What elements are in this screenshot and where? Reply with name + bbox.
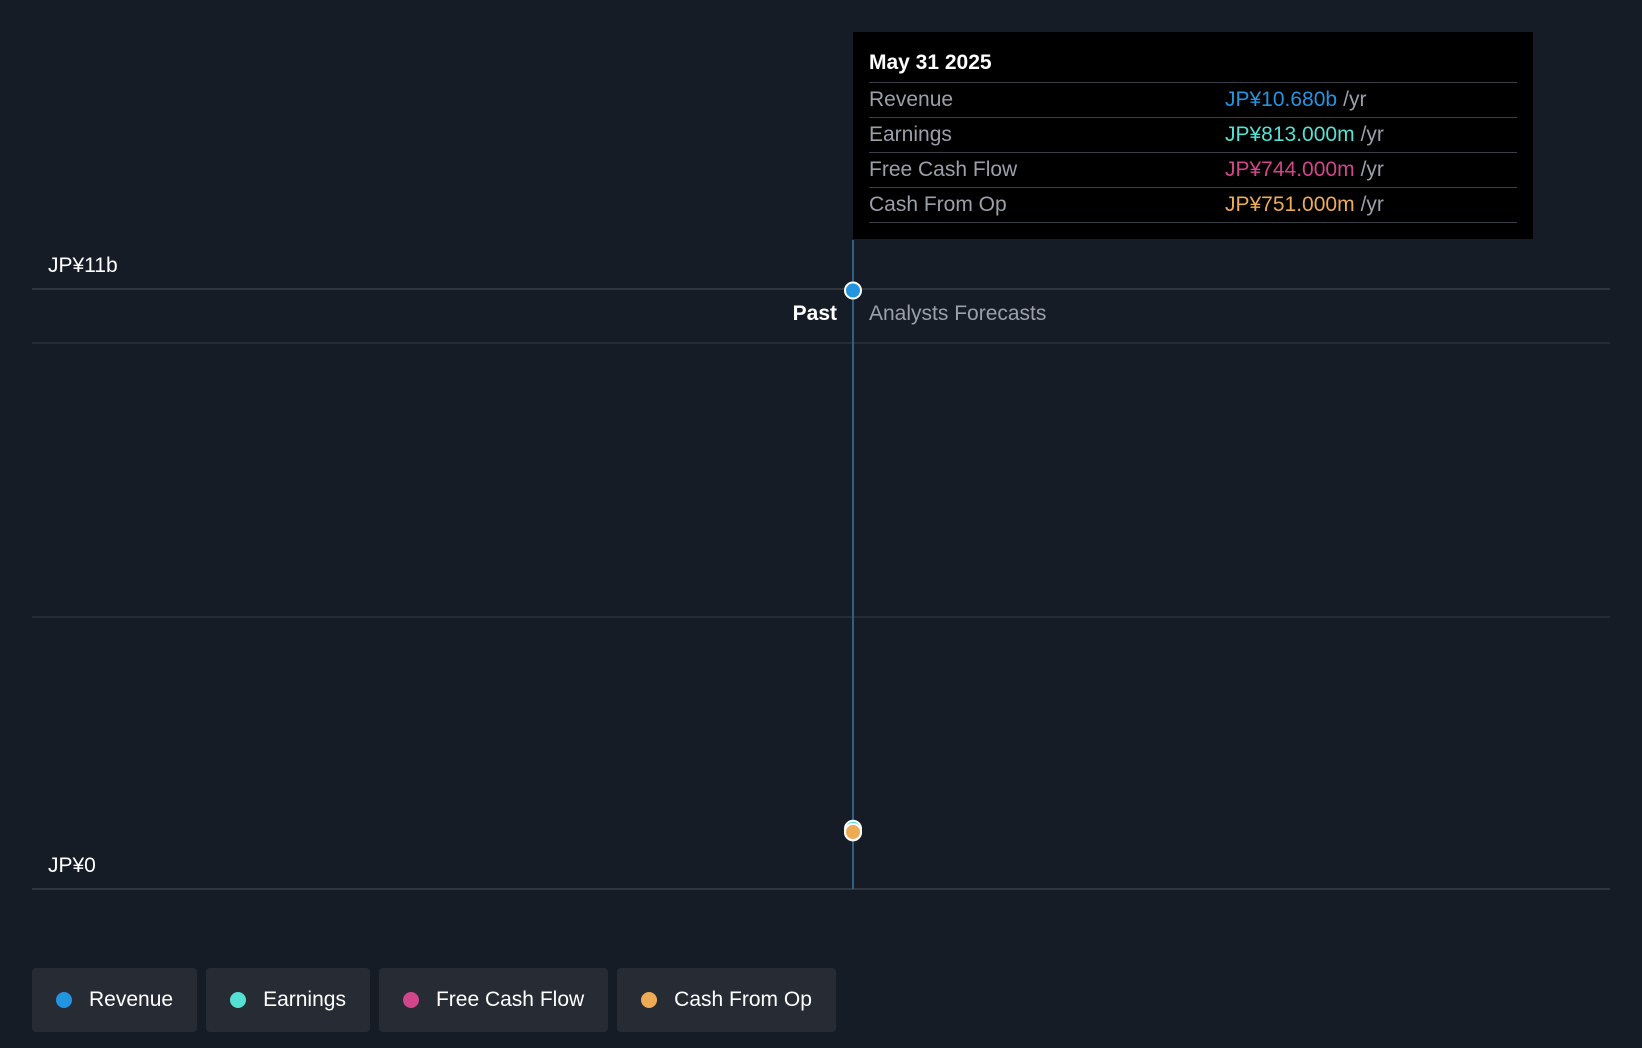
tooltip-row-label: Free Cash Flow	[869, 158, 1018, 181]
tooltip-row-label: Revenue	[869, 88, 954, 111]
forecast-label: Analysts Forecasts	[869, 302, 1046, 325]
tooltip-value-earnings: JP¥813.000m	[1225, 123, 1355, 146]
legend-label: Free Cash Flow	[435, 988, 585, 1011]
legend-dot-icon	[402, 992, 419, 1008]
tooltip-row-label: Cash From Op	[869, 193, 1007, 216]
y-tick-label-zero: JP¥0	[48, 854, 96, 877]
legend-dot-icon	[230, 992, 247, 1008]
data-point-cash-from-op[interactable]	[844, 823, 862, 841]
tooltip-date: May 31 2025	[869, 48, 1517, 83]
tooltip-row-value: JP¥744.000m/yr	[1225, 153, 1384, 187]
chart-legend: Revenue Earnings Free Cash Flow Cash Fro…	[32, 968, 836, 1032]
legend-item-revenue[interactable]: Revenue	[32, 968, 198, 1032]
tooltip-unit: /yr	[1343, 88, 1367, 111]
data-point-revenue[interactable]	[844, 281, 862, 300]
tooltip-row-value: JP¥813.000m/yr	[1225, 118, 1384, 152]
legend-label: Earnings	[263, 988, 346, 1011]
tooltip-row-cash-from-op: Cash From Op JP¥751.000m/yr	[869, 188, 1517, 223]
legend-item-free-cash-flow[interactable]: Free Cash Flow	[378, 968, 609, 1032]
tooltip-row-value: JP¥751.000m/yr	[1225, 188, 1384, 222]
tooltip-row-value: JP¥10.680b/yr	[1225, 83, 1366, 117]
tooltip-value-free-cash-flow: JP¥744.000m	[1225, 158, 1355, 181]
tooltip-value-revenue: JP¥10.680b	[1225, 88, 1338, 111]
tooltip-row-earnings: Earnings JP¥813.000m/yr	[869, 118, 1517, 153]
legend-item-cash-from-op[interactable]: Cash From Op	[617, 968, 836, 1032]
legend-item-earnings[interactable]: Earnings	[206, 968, 370, 1032]
legend-label: Cash From Op	[674, 988, 812, 1011]
tooltip-row-free-cash-flow: Free Cash Flow JP¥744.000m/yr	[869, 153, 1517, 188]
legend-dot-icon	[56, 992, 72, 1008]
past-label: Past	[793, 302, 837, 325]
tooltip-unit: /yr	[1360, 123, 1384, 146]
tooltip-row-revenue: Revenue JP¥10.680b/yr	[869, 83, 1517, 118]
tooltip-unit: /yr	[1360, 193, 1384, 216]
legend-dot-icon	[641, 992, 658, 1008]
hover-tooltip: May 31 2025 Revenue JP¥10.680b/yr Earnin…	[853, 32, 1533, 239]
tooltip-value-cash-from-op: JP¥751.000m	[1225, 193, 1355, 216]
tooltip-unit: /yr	[1360, 158, 1384, 181]
legend-label: Revenue	[89, 988, 174, 1011]
grid-layer	[32, 288, 1610, 890]
y-tick-label-top: JP¥11b	[48, 254, 118, 277]
tooltip-row-label: Earnings	[869, 123, 952, 146]
